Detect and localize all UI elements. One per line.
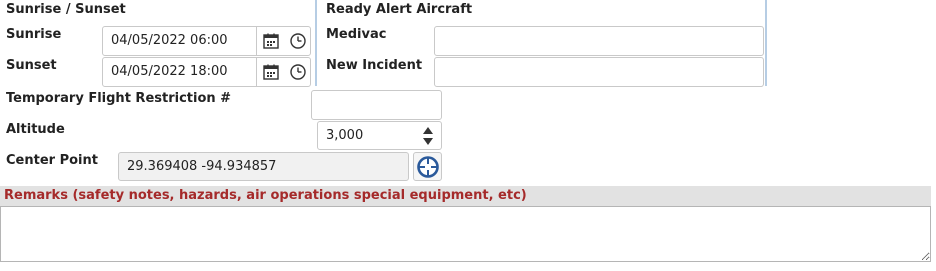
new-incident-input[interactable] <box>434 57 764 87</box>
altitude-spinner[interactable] <box>415 121 442 150</box>
medivac-input[interactable] <box>434 26 764 56</box>
altitude-input[interactable]: 3,000 <box>317 121 416 150</box>
calendar-icon[interactable] <box>258 28 284 54</box>
center-point-value: 29.369408 -94.934857 <box>127 159 277 174</box>
spinner-down-icon[interactable] <box>423 138 433 145</box>
ready-alert-title: Ready Alert Aircraft <box>326 2 473 17</box>
center-point-label: Center Point <box>6 153 98 168</box>
clock-icon[interactable] <box>285 28 311 54</box>
center-point-field: 29.369408 -94.934857 <box>118 152 409 181</box>
medivac-label: Medivac <box>326 27 387 42</box>
sunrise-sunset-title: Sunrise / Sunset <box>6 2 126 17</box>
tfr-input[interactable] <box>311 90 442 120</box>
remarks-textarea[interactable] <box>0 206 931 262</box>
new-incident-label: New Incident <box>326 58 423 73</box>
section-divider-right <box>765 0 767 86</box>
sunset-label: Sunset <box>6 58 57 73</box>
sunrise-value: 04/05/2022 06:00 <box>111 33 228 48</box>
spinner-up-icon[interactable] <box>423 127 433 134</box>
calendar-icon[interactable] <box>258 59 284 85</box>
sunrise-label: Sunrise <box>6 27 62 42</box>
remarks-label: Remarks (safety notes, hazards, air oper… <box>4 188 527 203</box>
section-divider-left <box>315 0 317 86</box>
altitude-value: 3,000 <box>326 128 364 143</box>
sunset-value: 04/05/2022 18:00 <box>111 64 228 79</box>
altitude-label: Altitude <box>6 122 65 137</box>
crosshair-locate-icon <box>416 155 439 178</box>
locate-button[interactable] <box>413 152 442 181</box>
clock-icon[interactable] <box>285 59 311 85</box>
tfr-label: Temporary Flight Restriction # <box>6 91 232 106</box>
sunrise-field-divider <box>256 26 257 56</box>
sunset-field-divider <box>256 57 257 87</box>
